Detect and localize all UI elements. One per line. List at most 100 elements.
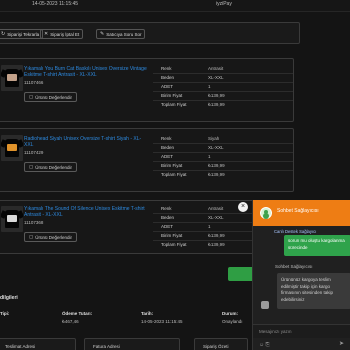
payment-status-label: Durum: xyxy=(222,311,238,316)
cancel-order-label: Sipariş İptal Et xyxy=(50,31,80,37)
divider xyxy=(153,100,293,101)
shirt-print xyxy=(7,144,17,151)
message-sender: Sohbet Sağlayıcısı xyxy=(275,264,313,269)
close-icon: ✕ xyxy=(44,31,49,37)
product-image[interactable] xyxy=(1,206,23,232)
quantity-label: ADET xyxy=(161,224,174,229)
shipping-address-box[interactable]: Teslimat Adresi xyxy=(0,338,76,350)
comment-icon: ▢ xyxy=(29,234,34,239)
billing-address-label: Fatura Adresi xyxy=(93,344,120,349)
total-price-label: Toplam Fiyat xyxy=(161,242,187,247)
divider xyxy=(153,73,293,74)
color-label: Renk xyxy=(161,206,172,211)
unit-price-label: Birim Fiyat xyxy=(161,93,183,98)
rate-product-button[interactable]: ▢ Ürünü Değerlendir xyxy=(24,92,78,102)
payment-date-value: 14-05-2023 11:15:45 xyxy=(141,319,183,324)
size-value: XL-XXL xyxy=(208,75,224,80)
shirt-print xyxy=(7,74,17,81)
order-item-card: Yıkamalı The Sound Of Silence Unisex Esk… xyxy=(0,200,294,254)
color-value: Siyah xyxy=(208,136,220,141)
reply-message: Ürününüz kargoya teslim edilmiştir takip… xyxy=(277,273,350,309)
chat-message-input[interactable]: Mesajınızı yazın xyxy=(253,324,350,338)
shipping-address-label: Teslimat Adresi xyxy=(5,344,36,349)
payment-date-label: Tarih: xyxy=(141,311,154,316)
product-title-link[interactable]: Radiohead Siyah Unisex Oversize T-shirt … xyxy=(24,136,148,148)
divider xyxy=(153,91,293,92)
color-value: Antrasit xyxy=(208,206,224,211)
reorder-label: Siparişi Tekrarla xyxy=(7,31,40,37)
product-title-link[interactable]: Yıkamalı You Burn Cat Baskılı Unisex Ove… xyxy=(24,66,148,78)
quantity-value: 1 xyxy=(208,84,211,89)
divider xyxy=(153,82,293,83)
payment-status-value: Onaylandı xyxy=(222,319,243,324)
payment-info-heading: dilgileri xyxy=(0,295,18,301)
rate-product-button[interactable]: ▢ Ürünü Değerlendir xyxy=(24,162,78,172)
rate-product-label: Ürünü Değerlendir xyxy=(35,164,73,170)
size-label: Beden xyxy=(161,75,175,80)
total-price-label: Toplam Fiyat xyxy=(161,102,187,107)
color-value: Antrasit xyxy=(208,66,224,71)
product-title-link[interactable]: Yıkamalı The Sound Of Silence Unisex Esk… xyxy=(24,206,148,218)
divider xyxy=(153,170,293,171)
unit-price-label: Birim Fiyat xyxy=(161,163,183,168)
order-actions-bar: ↻ Siparişi Tekrarla ✕ Sipariş İptal Et ✎… xyxy=(0,22,300,44)
product-image[interactable] xyxy=(1,65,23,91)
unit-price-label: Birim Fiyat xyxy=(161,233,183,238)
order-summary-label: Sipariş Özeti xyxy=(203,344,229,349)
product-sku: 11107429 xyxy=(24,150,44,155)
quantity-label: ADET xyxy=(161,154,174,159)
chat-title: Sohbet Sağlayıcısı xyxy=(277,208,319,214)
total-price-value: ₺139,99 xyxy=(208,102,225,107)
color-label: Renk xyxy=(161,136,172,141)
reorder-button[interactable]: ↻ Siparişi Tekrarla xyxy=(0,29,44,39)
color-label: Renk xyxy=(161,66,172,71)
ask-seller-button[interactable]: ✎ Satıcıya Soru Sor xyxy=(96,29,146,39)
total-price-value: ₺139,99 xyxy=(208,242,225,247)
divider xyxy=(153,143,293,144)
unit-price-value: ₺139,99 xyxy=(208,233,225,238)
order-item-card: Radiohead Siyah Unisex Oversize T-shirt … xyxy=(0,128,294,192)
send-icon[interactable]: ➤ xyxy=(339,340,344,347)
payment-amount-value: ₺467,46 xyxy=(62,319,79,324)
ask-seller-label: Satıcıya Soru Sor xyxy=(106,31,142,37)
quantity-value: 1 xyxy=(208,224,211,229)
agent-avatar xyxy=(260,207,272,219)
attachment-icon[interactable]: ☺ ⎘ xyxy=(259,342,270,348)
close-chat-button[interactable]: × xyxy=(238,202,248,212)
order-info-strip: 14-05-2023 11:15:45 iyziPay xyxy=(0,0,350,12)
product-sku: 11107368 xyxy=(24,220,44,225)
live-chat-widget: Sohbet Sağlayıcısı Canlı Destek Sağlayıc… xyxy=(252,200,350,350)
unit-price-value: ₺139,99 xyxy=(208,93,225,98)
confirm-button[interactable] xyxy=(228,267,254,281)
size-value: XL-XXL xyxy=(208,145,224,150)
payment-amount-label: Ödeme Tutarı: xyxy=(62,311,93,316)
shirt-print xyxy=(7,215,17,222)
total-price-value: ₺139,99 xyxy=(208,172,225,177)
order-date: 14-05-2023 11:15:45 xyxy=(32,1,79,7)
size-value: XL-XXL xyxy=(208,215,224,220)
rate-product-button[interactable]: ▢ Ürünü Değerlendir xyxy=(24,232,78,242)
unit-price-value: ₺139,99 xyxy=(208,163,225,168)
agent-name: Canlı Destek Sağlayıcı xyxy=(274,229,317,234)
order-summary-box[interactable]: Sipariş Özeti xyxy=(194,338,248,350)
billing-address-box[interactable]: Fatura Adresi xyxy=(84,338,180,350)
comment-icon: ▢ xyxy=(29,164,34,169)
comment-icon: ▢ xyxy=(29,94,34,99)
chat-input-placeholder: Mesajınızı yazın xyxy=(259,329,292,334)
incoming-message: sorun mu oluştu kargolanma sürecinde xyxy=(284,235,350,256)
quantity-value: 1 xyxy=(208,154,211,159)
product-sku: 11107466 xyxy=(24,80,44,85)
rate-product-label: Ürünü Değerlendir xyxy=(35,94,73,100)
cancel-order-button[interactable]: ✕ Sipariş İptal Et xyxy=(40,29,84,39)
total-price-label: Toplam Fiyat xyxy=(161,172,187,177)
size-label: Beden xyxy=(161,215,175,220)
quantity-label: ADET xyxy=(161,84,174,89)
payment-type-label: Tipi: xyxy=(0,311,10,316)
divider xyxy=(153,161,293,162)
repeat-icon: ↻ xyxy=(1,31,6,37)
size-label: Beden xyxy=(161,145,175,150)
chat-header: Sohbet Sağlayıcısı xyxy=(253,200,350,226)
rate-product-label: Ürünü Değerlendir xyxy=(35,234,73,240)
product-image[interactable] xyxy=(1,135,23,161)
payment-method: iyziPay xyxy=(216,1,232,7)
